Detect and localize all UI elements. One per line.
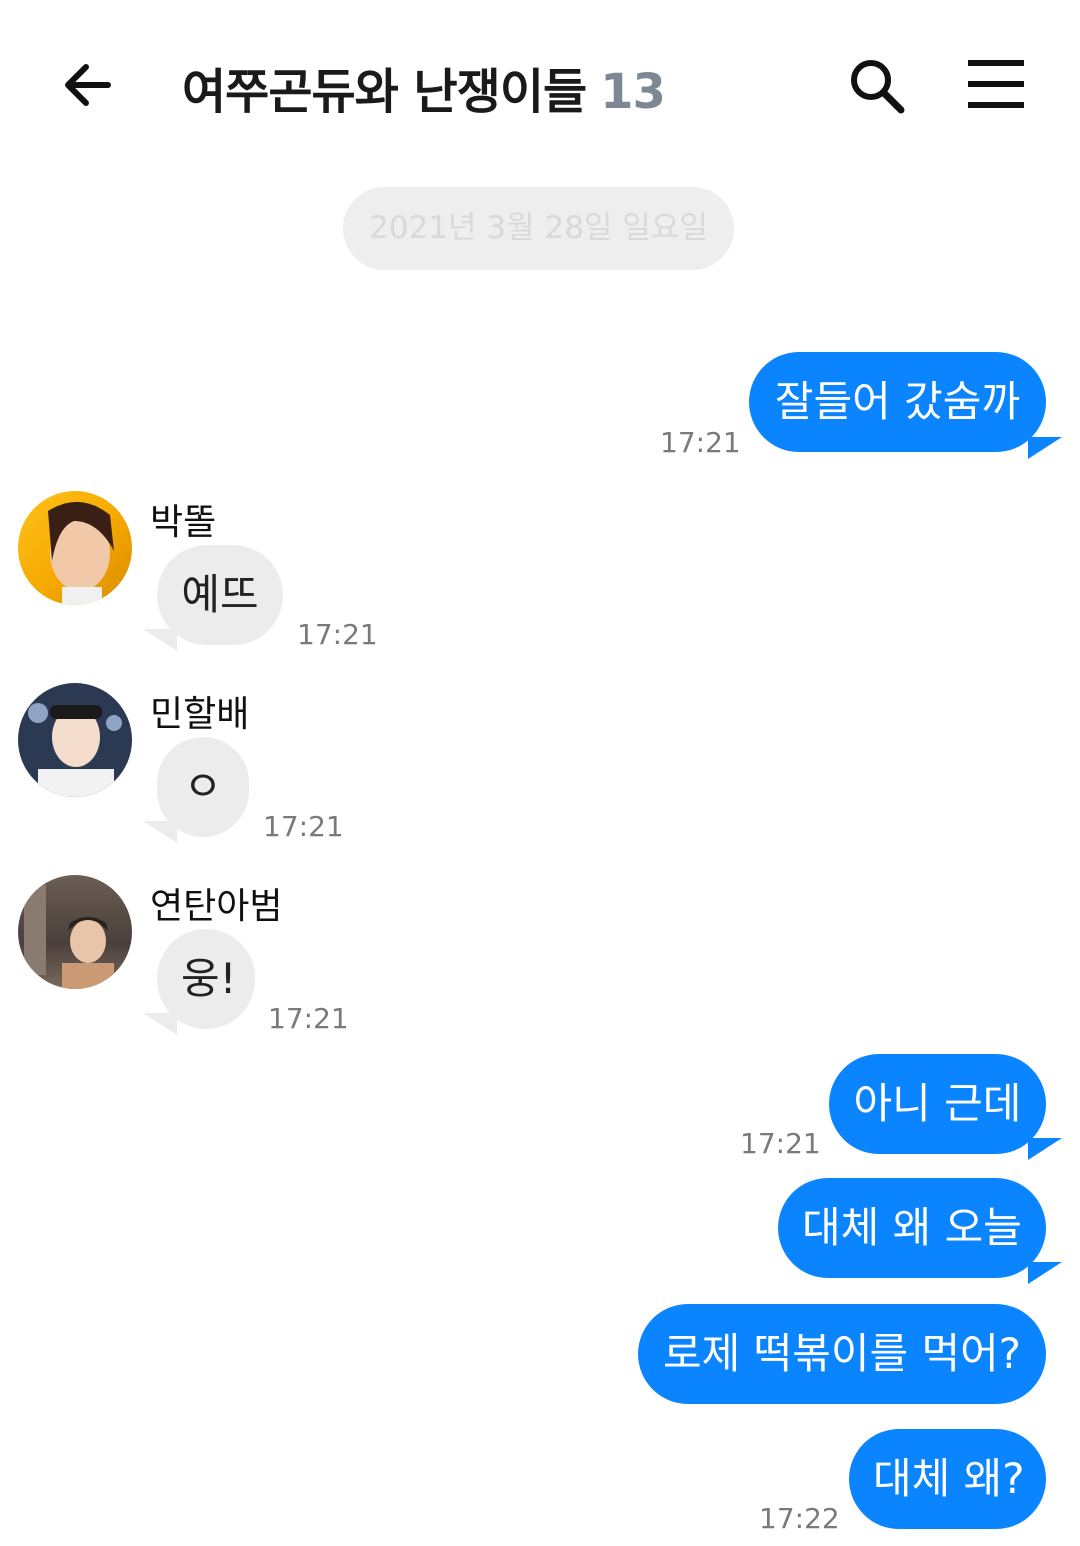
message-time: 17:22 bbox=[759, 1502, 840, 1535]
outgoing-bubble[interactable]: 대체 왜 오늘 bbox=[778, 1178, 1046, 1278]
chat-title: 여쭈곤듀와 난쟁이들 13 bbox=[182, 52, 666, 122]
member-count: 13 bbox=[600, 64, 666, 120]
avatar-image bbox=[48, 501, 114, 605]
message-time: 17:21 bbox=[660, 426, 741, 459]
message-time: 17:21 bbox=[268, 1002, 349, 1035]
message-time: 17:21 bbox=[263, 810, 344, 843]
avatar[interactable] bbox=[18, 875, 132, 989]
menu-button[interactable] bbox=[966, 58, 1026, 110]
outgoing-bubble[interactable]: 아니 근데 bbox=[829, 1054, 1046, 1154]
incoming-bubble[interactable]: 예뜨 bbox=[157, 545, 283, 645]
avatar-image bbox=[28, 703, 122, 797]
outgoing-bubble[interactable]: 잘들어 갔숨까 bbox=[749, 352, 1046, 452]
avatar[interactable] bbox=[18, 491, 132, 605]
back-button[interactable] bbox=[58, 55, 118, 115]
avatar[interactable] bbox=[18, 683, 132, 797]
bubble-tail bbox=[1028, 1138, 1062, 1160]
chat-name: 여쭈곤듀와 난쟁이들 bbox=[182, 64, 587, 120]
bubble-tail bbox=[143, 629, 177, 651]
bubble-tail bbox=[1028, 437, 1062, 459]
outgoing-bubble[interactable]: 대체 왜? bbox=[849, 1429, 1046, 1529]
search-button[interactable] bbox=[846, 55, 906, 115]
bubble-tail bbox=[143, 1013, 177, 1035]
chat-header: 여쭈곤듀와 난쟁이들 13 bbox=[0, 0, 1080, 170]
incoming-bubble[interactable]: ㅇ bbox=[157, 737, 249, 837]
incoming-bubble[interactable]: 웅! bbox=[157, 929, 255, 1029]
outgoing-bubble[interactable]: 로제 떡볶이를 먹어? bbox=[638, 1304, 1046, 1404]
hamburger-menu-icon bbox=[968, 60, 1024, 108]
arrow-left-icon bbox=[65, 64, 111, 106]
sender-name: 민할배 bbox=[150, 694, 250, 735]
avatar-image bbox=[24, 885, 114, 989]
bubble-tail bbox=[1028, 1262, 1062, 1284]
sender-name: 박똘 bbox=[150, 502, 217, 543]
message-time: 17:21 bbox=[740, 1127, 821, 1160]
search-icon bbox=[851, 60, 905, 114]
date-divider: 2021년 3월 28일 일요일 bbox=[343, 187, 734, 270]
sender-name: 연탄아범 bbox=[150, 886, 283, 927]
message-time: 17:21 bbox=[297, 618, 378, 651]
